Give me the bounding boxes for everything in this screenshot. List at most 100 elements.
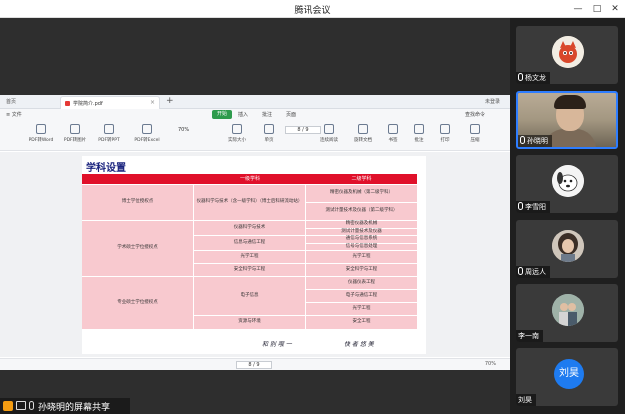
pdf-excel-icon [142,124,152,134]
close-tab-icon[interactable]: × [150,99,155,106]
pdf-convert-icon [36,124,46,134]
pdf-ribbon: PDF转Word PDF转图片 PDF转PPT PDF转Excel 70% 实际… [0,121,510,151]
table-header-second: 二级学科 [306,174,417,184]
ribbon-actual-size[interactable]: 实际大小 [222,124,252,143]
first-level-cell: 仪器科学与技术（含一级学科）（博士后科研流动站） [194,185,305,220]
zoom-value[interactable]: 70% [178,127,189,133]
signature-left: 和 别 哦 一 [262,341,292,348]
first-level-cell: 资源与环境 [194,316,305,329]
bookmark-icon [388,124,398,134]
participant-tile[interactable]: 杨文龙 [516,26,618,84]
first-level-cell: 信息与通信工程 [194,236,305,250]
second-level-cell: 通信与信息系统 [306,236,417,243]
table-header-first: 一级学科 [194,174,306,184]
participant-tile-active[interactable]: 孙晓明 [516,91,618,149]
second-level-cell: 精密仪器及机械（第二级学科） [306,185,417,202]
continuous-icon [324,124,334,134]
login-status[interactable]: 未登录 [485,98,500,105]
screen-share-bar: 孙晓明的屏幕共享 [0,398,130,414]
minimize-button[interactable]: — [571,2,585,16]
shared-screen: 首页 学院简介.pdf × + 未登录 ≡ 文件 开始 插入 批注 页面 查找命… [0,95,510,370]
zoom-icon [232,124,242,134]
menu-search-command[interactable]: 查找命令 [465,111,485,118]
participant-name: 李一南 [516,330,543,342]
ribbon-pdf-to-ppt[interactable]: PDF转PPT [94,124,124,143]
ribbon-rotate[interactable]: 旋转文档 [348,124,378,143]
maximize-button[interactable]: □ [590,2,604,16]
category-cell: 学术硕士学位授权点 [82,221,193,276]
home-tab[interactable]: 首页 [6,98,16,105]
close-button[interactable]: ✕ [608,2,622,16]
window-titlebar: 腾讯会议 — □ ✕ [0,0,625,18]
second-level-cell: 仪器仪表工程 [306,277,417,289]
ribbon-pdf-to-image[interactable]: PDF转图片 [60,124,90,143]
first-level-cell: 光学工程 [194,251,305,263]
mic-icon [518,267,523,275]
participant-name: 杨文龙 [516,72,550,84]
status-page-indicator[interactable]: 8 / 9 [236,361,272,369]
menu-file[interactable]: ≡ 文件 [6,111,22,118]
single-page-icon [264,124,274,134]
document-area: 学科设置 一级学科 二级学科 博士学位授权点 学术硕士学位授权点 专业硕士学位授… [0,152,510,357]
second-level-cell: 信号与信息处理 [306,244,417,250]
participant-tile[interactable]: 周远人 [516,220,618,278]
menu-annotate[interactable]: 批注 [262,111,272,118]
pdf-tabstrip: 首页 学院简介.pdf × + 未登录 [0,95,510,109]
ribbon-continuous[interactable]: 连续阅读 [314,124,344,143]
pdf-ppt-icon [104,124,114,134]
menu-start[interactable]: 开始 [212,110,233,119]
mic-icon [518,73,523,81]
participant-tile[interactable]: 李一南 [516,284,618,342]
window-title: 腾讯会议 [294,6,331,16]
participant-name: 刘昊 [516,394,536,406]
text-avatar: 刘昊 [554,359,584,389]
menu-page[interactable]: 页面 [286,111,296,118]
first-level-cell: 仪器科学与技术 [194,221,305,235]
rotate-icon [358,124,368,134]
participant-list: 杨文龙 孙晓明 李雪阳 周远人 李一南 刘昊 刘昊 [510,18,625,414]
participant-tile[interactable]: 刘昊 刘昊 [516,348,618,406]
couple-photo-avatar [552,294,584,326]
first-level-cell: 电子信息 [194,277,305,315]
second-level-cell: 测试计量技术及仪器（第二级学科） [306,203,417,220]
cartoon-dog-avatar [552,165,584,197]
screen-share-icon [16,401,26,410]
pdf-statusbar: 8 / 9 70% [0,358,510,370]
status-zoom[interactable]: 70% [485,361,496,367]
category-cell: 专业硕士学位授权点 [82,277,193,329]
pdf-page: 学科设置 一级学科 二级学科 博士学位授权点 学术硕士学位授权点 专业硕士学位授… [82,156,426,354]
ribbon-compress[interactable]: 压缩 [460,124,490,143]
signature-right: 快 者 悠 美 [344,341,374,348]
second-level-cell: 测试计量技术及仪器 [306,229,417,235]
participant-name: 孙晓明 [518,135,552,147]
ribbon-pdf-to-word[interactable]: PDF转Word [26,124,56,143]
ribbon-pdf-to-excel[interactable]: PDF转Excel [132,124,162,143]
ribbon-single-page[interactable]: 单页 [254,124,284,143]
first-level-cell: 安全科学与工程 [194,264,305,276]
cartoon-fox-avatar [552,36,584,68]
mic-icon [518,202,523,210]
table-header-blank [82,174,194,184]
print-icon [440,124,450,134]
ribbon-print[interactable]: 打印 [430,124,460,143]
second-level-cell: 安全科学与工程 [306,264,417,276]
screen-share-label: 孙晓明的屏幕共享 [38,403,111,413]
menu-insert[interactable]: 插入 [238,111,248,118]
meeting-stage: 首页 学院简介.pdf × + 未登录 ≡ 文件 开始 插入 批注 页面 查找命… [0,18,510,414]
page-heading: 学科设置 [86,163,126,174]
participant-tile[interactable]: 李雪阳 [516,155,618,213]
pdf-image-icon [70,124,80,134]
second-level-cell: 精密仪器及机械 [306,221,417,228]
annotate-icon [414,124,424,134]
user-icon [3,401,13,411]
second-level-cell: 光学工程 [306,251,417,263]
category-cell: 博士学位授权点 [82,185,193,220]
participant-name: 李雪阳 [516,201,550,213]
pdf-menubar: ≡ 文件 开始 插入 批注 页面 查找命令 [0,109,510,121]
mic-icon [29,401,34,410]
girl-photo-avatar [552,230,584,262]
document-tab[interactable]: 学院简介.pdf × [60,96,160,109]
new-tab-button[interactable]: + [166,96,174,106]
second-level-cell: 电子与通信工程 [306,290,417,302]
second-level-cell: 光学工程 [306,303,417,315]
